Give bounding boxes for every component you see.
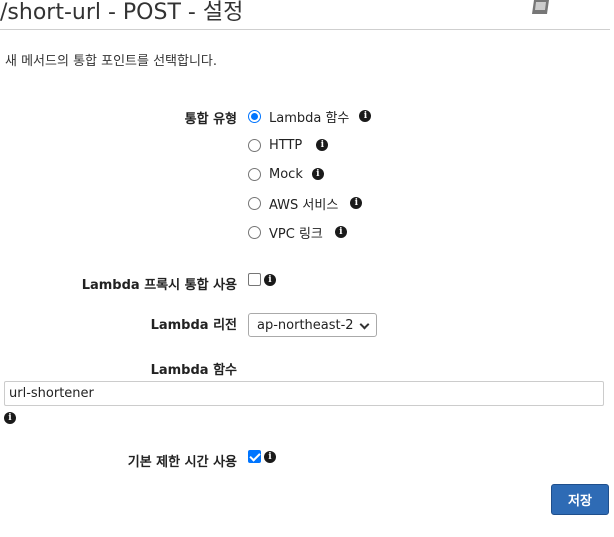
region-select[interactable]: ap-northeast-2	[248, 313, 377, 337]
radio-option-aws-service[interactable]: AWS 서비스 i	[248, 194, 363, 213]
radio-lambda[interactable]	[248, 109, 261, 123]
page-title: /short-url - POST - 설정	[0, 0, 244, 25]
radio-label-aws-service: AWS 서비스	[269, 197, 339, 213]
radio-label-mock: Mock	[269, 166, 303, 182]
default-timeout-label: 기본 제한 시간 사용	[127, 455, 237, 470]
info-icon[interactable]: i	[359, 110, 372, 122]
proxy-integration-label: Lambda 프록시 통합 사용	[81, 278, 237, 293]
lambda-function-input[interactable]	[4, 381, 604, 406]
radio-option-vpc-link[interactable]: VPC 링크 i	[248, 223, 347, 242]
proxy-integration-checkbox[interactable]	[248, 273, 261, 286]
integration-type-label: 통합 유형	[184, 112, 237, 127]
info-icon[interactable]: i	[4, 412, 16, 424]
info-icon[interactable]: i	[264, 274, 276, 286]
radio-vpc-link[interactable]	[248, 225, 261, 239]
info-icon[interactable]: i	[350, 197, 363, 209]
page-header: /short-url - POST - 설정	[0, 0, 610, 30]
radio-option-lambda[interactable]: Lambda 함수 i	[248, 107, 372, 126]
radio-label-lambda: Lambda 함수	[269, 110, 350, 126]
default-timeout-checkbox[interactable]	[248, 450, 261, 463]
region-select-value: ap-northeast-2	[257, 317, 354, 333]
region-label: Lambda 리전	[150, 318, 237, 333]
book-icon[interactable]	[531, 0, 551, 14]
info-icon[interactable]: i	[316, 139, 329, 151]
info-icon[interactable]: i	[334, 226, 347, 238]
save-button[interactable]: 저장	[551, 484, 609, 515]
info-icon[interactable]: i	[264, 451, 276, 463]
radio-label-vpc-link: VPC 링크	[269, 226, 323, 242]
lambda-function-label: Lambda 함수	[150, 363, 237, 378]
radio-aws-service[interactable]	[248, 196, 261, 210]
radio-option-mock[interactable]: Mock i	[248, 165, 324, 183]
radio-mock[interactable]	[248, 167, 261, 181]
info-icon[interactable]: i	[311, 168, 324, 180]
method-setup-page: /short-url - POST - 설정 새 메서드의 통합 포인트를 선택…	[0, 0, 614, 537]
radio-option-http[interactable]: HTTP i	[248, 136, 329, 154]
chevron-down-icon	[359, 319, 370, 330]
radio-http[interactable]	[248, 138, 261, 152]
radio-label-http: HTTP	[269, 137, 303, 153]
page-description: 새 메서드의 통합 포인트를 선택합니다.	[5, 54, 218, 69]
